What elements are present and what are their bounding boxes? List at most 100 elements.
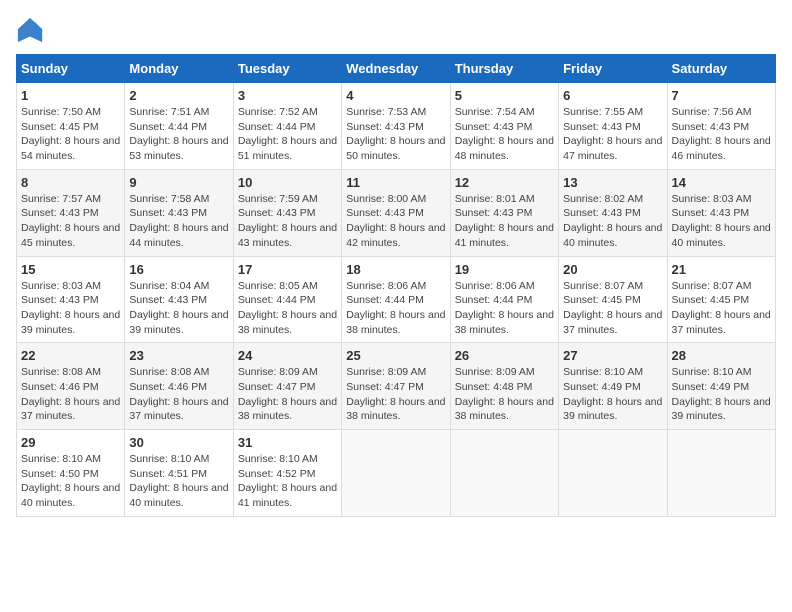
day-number: 12 xyxy=(455,175,554,190)
day-info: Sunrise: 8:09 AM Sunset: 4:48 PM Dayligh… xyxy=(455,365,554,424)
day-info: Sunrise: 7:58 AM Sunset: 4:43 PM Dayligh… xyxy=(129,192,228,251)
calendar-empty-cell xyxy=(342,430,450,517)
day-number: 17 xyxy=(238,262,337,277)
day-info: Sunrise: 8:10 AM Sunset: 4:52 PM Dayligh… xyxy=(238,452,337,511)
day-number: 7 xyxy=(672,88,771,103)
day-number: 26 xyxy=(455,348,554,363)
day-info: Sunrise: 8:02 AM Sunset: 4:43 PM Dayligh… xyxy=(563,192,662,251)
calendar-empty-cell xyxy=(450,430,558,517)
calendar-day-cell: 15 Sunrise: 8:03 AM Sunset: 4:43 PM Dayl… xyxy=(17,256,125,343)
day-number: 11 xyxy=(346,175,445,190)
calendar-day-cell: 10 Sunrise: 7:59 AM Sunset: 4:43 PM Dayl… xyxy=(233,169,341,256)
calendar-day-cell: 27 Sunrise: 8:10 AM Sunset: 4:49 PM Dayl… xyxy=(559,343,667,430)
day-number: 14 xyxy=(672,175,771,190)
day-number: 9 xyxy=(129,175,228,190)
calendar-day-cell: 9 Sunrise: 7:58 AM Sunset: 4:43 PM Dayli… xyxy=(125,169,233,256)
day-number: 28 xyxy=(672,348,771,363)
day-number: 8 xyxy=(21,175,120,190)
day-number: 21 xyxy=(672,262,771,277)
day-info: Sunrise: 8:10 AM Sunset: 4:51 PM Dayligh… xyxy=(129,452,228,511)
calendar-week-row: 29 Sunrise: 8:10 AM Sunset: 4:50 PM Dayl… xyxy=(17,430,776,517)
day-info: Sunrise: 8:03 AM Sunset: 4:43 PM Dayligh… xyxy=(21,279,120,338)
day-info: Sunrise: 8:06 AM Sunset: 4:44 PM Dayligh… xyxy=(455,279,554,338)
calendar-day-cell: 3 Sunrise: 7:52 AM Sunset: 4:44 PM Dayli… xyxy=(233,83,341,170)
day-number: 18 xyxy=(346,262,445,277)
calendar-day-cell: 20 Sunrise: 8:07 AM Sunset: 4:45 PM Dayl… xyxy=(559,256,667,343)
calendar-day-cell: 4 Sunrise: 7:53 AM Sunset: 4:43 PM Dayli… xyxy=(342,83,450,170)
calendar-day-cell: 11 Sunrise: 8:00 AM Sunset: 4:43 PM Dayl… xyxy=(342,169,450,256)
day-number: 15 xyxy=(21,262,120,277)
day-info: Sunrise: 7:59 AM Sunset: 4:43 PM Dayligh… xyxy=(238,192,337,251)
day-number: 31 xyxy=(238,435,337,450)
day-info: Sunrise: 8:09 AM Sunset: 4:47 PM Dayligh… xyxy=(238,365,337,424)
day-number: 27 xyxy=(563,348,662,363)
day-info: Sunrise: 7:51 AM Sunset: 4:44 PM Dayligh… xyxy=(129,105,228,164)
day-number: 29 xyxy=(21,435,120,450)
day-number: 25 xyxy=(346,348,445,363)
day-info: Sunrise: 7:52 AM Sunset: 4:44 PM Dayligh… xyxy=(238,105,337,164)
day-number: 16 xyxy=(129,262,228,277)
calendar-day-cell: 17 Sunrise: 8:05 AM Sunset: 4:44 PM Dayl… xyxy=(233,256,341,343)
day-number: 5 xyxy=(455,88,554,103)
calendar-week-row: 8 Sunrise: 7:57 AM Sunset: 4:43 PM Dayli… xyxy=(17,169,776,256)
calendar-day-cell: 29 Sunrise: 8:10 AM Sunset: 4:50 PM Dayl… xyxy=(17,430,125,517)
day-info: Sunrise: 8:01 AM Sunset: 4:43 PM Dayligh… xyxy=(455,192,554,251)
day-number: 30 xyxy=(129,435,228,450)
day-info: Sunrise: 8:09 AM Sunset: 4:47 PM Dayligh… xyxy=(346,365,445,424)
day-number: 20 xyxy=(563,262,662,277)
day-info: Sunrise: 8:00 AM Sunset: 4:43 PM Dayligh… xyxy=(346,192,445,251)
day-info: Sunrise: 7:53 AM Sunset: 4:43 PM Dayligh… xyxy=(346,105,445,164)
weekday-header: Sunday xyxy=(17,55,125,83)
day-number: 3 xyxy=(238,88,337,103)
logo xyxy=(16,16,48,44)
calendar-day-cell: 26 Sunrise: 8:09 AM Sunset: 4:48 PM Dayl… xyxy=(450,343,558,430)
weekday-header: Tuesday xyxy=(233,55,341,83)
day-info: Sunrise: 8:05 AM Sunset: 4:44 PM Dayligh… xyxy=(238,279,337,338)
calendar-day-cell: 21 Sunrise: 8:07 AM Sunset: 4:45 PM Dayl… xyxy=(667,256,775,343)
weekday-header: Saturday xyxy=(667,55,775,83)
calendar-day-cell: 16 Sunrise: 8:04 AM Sunset: 4:43 PM Dayl… xyxy=(125,256,233,343)
day-number: 22 xyxy=(21,348,120,363)
weekday-header: Friday xyxy=(559,55,667,83)
day-info: Sunrise: 7:55 AM Sunset: 4:43 PM Dayligh… xyxy=(563,105,662,164)
calendar-day-cell: 13 Sunrise: 8:02 AM Sunset: 4:43 PM Dayl… xyxy=(559,169,667,256)
day-info: Sunrise: 8:08 AM Sunset: 4:46 PM Dayligh… xyxy=(21,365,120,424)
calendar-day-cell: 6 Sunrise: 7:55 AM Sunset: 4:43 PM Dayli… xyxy=(559,83,667,170)
calendar-day-cell: 22 Sunrise: 8:08 AM Sunset: 4:46 PM Dayl… xyxy=(17,343,125,430)
calendar-day-cell: 2 Sunrise: 7:51 AM Sunset: 4:44 PM Dayli… xyxy=(125,83,233,170)
day-info: Sunrise: 8:08 AM Sunset: 4:46 PM Dayligh… xyxy=(129,365,228,424)
day-info: Sunrise: 8:10 AM Sunset: 4:50 PM Dayligh… xyxy=(21,452,120,511)
day-info: Sunrise: 7:50 AM Sunset: 4:45 PM Dayligh… xyxy=(21,105,120,164)
calendar-day-cell: 23 Sunrise: 8:08 AM Sunset: 4:46 PM Dayl… xyxy=(125,343,233,430)
calendar-day-cell: 1 Sunrise: 7:50 AM Sunset: 4:45 PM Dayli… xyxy=(17,83,125,170)
day-info: Sunrise: 7:54 AM Sunset: 4:43 PM Dayligh… xyxy=(455,105,554,164)
weekday-header: Monday xyxy=(125,55,233,83)
calendar-day-cell: 31 Sunrise: 8:10 AM Sunset: 4:52 PM Dayl… xyxy=(233,430,341,517)
calendar-week-row: 22 Sunrise: 8:08 AM Sunset: 4:46 PM Dayl… xyxy=(17,343,776,430)
day-info: Sunrise: 7:57 AM Sunset: 4:43 PM Dayligh… xyxy=(21,192,120,251)
calendar-day-cell: 8 Sunrise: 7:57 AM Sunset: 4:43 PM Dayli… xyxy=(17,169,125,256)
day-info: Sunrise: 8:04 AM Sunset: 4:43 PM Dayligh… xyxy=(129,279,228,338)
calendar-day-cell: 19 Sunrise: 8:06 AM Sunset: 4:44 PM Dayl… xyxy=(450,256,558,343)
weekday-header: Thursday xyxy=(450,55,558,83)
day-number: 19 xyxy=(455,262,554,277)
day-number: 13 xyxy=(563,175,662,190)
day-number: 10 xyxy=(238,175,337,190)
calendar-day-cell: 24 Sunrise: 8:09 AM Sunset: 4:47 PM Dayl… xyxy=(233,343,341,430)
calendar-day-cell: 5 Sunrise: 7:54 AM Sunset: 4:43 PM Dayli… xyxy=(450,83,558,170)
day-number: 2 xyxy=(129,88,228,103)
day-info: Sunrise: 8:07 AM Sunset: 4:45 PM Dayligh… xyxy=(672,279,771,338)
calendar-empty-cell xyxy=(559,430,667,517)
calendar-empty-cell xyxy=(667,430,775,517)
logo-icon xyxy=(16,16,44,44)
page-header xyxy=(16,16,776,44)
calendar-week-row: 15 Sunrise: 8:03 AM Sunset: 4:43 PM Dayl… xyxy=(17,256,776,343)
day-info: Sunrise: 8:10 AM Sunset: 4:49 PM Dayligh… xyxy=(563,365,662,424)
calendar-day-cell: 18 Sunrise: 8:06 AM Sunset: 4:44 PM Dayl… xyxy=(342,256,450,343)
weekday-header-row: SundayMondayTuesdayWednesdayThursdayFrid… xyxy=(17,55,776,83)
day-info: Sunrise: 7:56 AM Sunset: 4:43 PM Dayligh… xyxy=(672,105,771,164)
calendar-day-cell: 30 Sunrise: 8:10 AM Sunset: 4:51 PM Dayl… xyxy=(125,430,233,517)
day-number: 23 xyxy=(129,348,228,363)
day-info: Sunrise: 8:03 AM Sunset: 4:43 PM Dayligh… xyxy=(672,192,771,251)
day-info: Sunrise: 8:06 AM Sunset: 4:44 PM Dayligh… xyxy=(346,279,445,338)
